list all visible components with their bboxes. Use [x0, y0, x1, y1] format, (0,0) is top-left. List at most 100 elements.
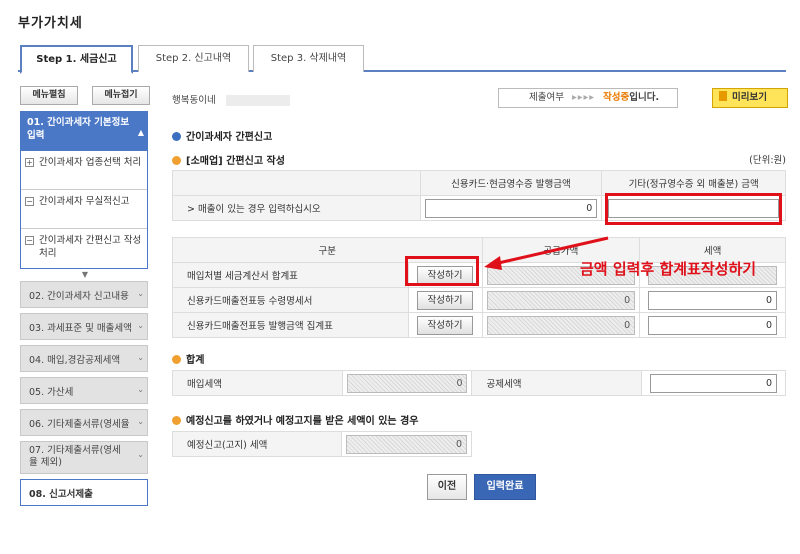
tab-step2[interactable]: Step 2. 신고내역 — [138, 45, 249, 72]
sidebar: 메뉴펼침 메뉴접기 01. 간이과세자 기본정보 입력 ▲ + 간이과세자 업종… — [20, 86, 150, 506]
preview-button[interactable]: 미리보기 — [712, 88, 788, 108]
purchase-tax-cell: 0 — [639, 287, 786, 313]
correction-tax-field: 0 — [346, 434, 467, 454]
write-button[interactable]: 작성하기 — [417, 315, 474, 335]
sidebar-item-purchase-deduction[interactable]: 04. 매입,경감공제세액 ⌄ — [20, 345, 148, 372]
caret-down-icon: ▼ — [81, 270, 89, 279]
highlight-box-write-button — [405, 256, 479, 286]
submit-input-button[interactable]: 입력완료 — [474, 474, 536, 500]
write-button[interactable]: 작성하기 — [417, 290, 474, 310]
sidebar-sub-label: 간이과세자 무실적신고 — [39, 196, 130, 207]
status-label: 제출여부 — [529, 92, 564, 103]
sidebar-sub-label: 간이과세자 업종선택 처리 — [39, 157, 142, 168]
tab-step3[interactable]: Step 3. 삭제내역 — [253, 45, 364, 72]
company-label: 행복동이네 — [172, 95, 216, 106]
minus-icon: − — [25, 236, 34, 245]
supply-amount-field: 0 — [486, 290, 636, 310]
sidebar-item-other-docs-zero[interactable]: 06. 기타제출서류(영세율 ⌄ — [20, 409, 148, 436]
chevron-down-icon: ⌄ — [137, 289, 144, 298]
supply-amount-field: 0 — [486, 315, 636, 335]
sidebar-item-label: 04. 매입,경감공제세액 — [29, 355, 121, 366]
purchase-row-button-cell: 작성하기 — [407, 287, 483, 313]
sales-header-other: 기타(정규영수증 외 매출분) 금액 — [601, 170, 786, 196]
preview-label: 미리보기 — [732, 92, 767, 103]
sidebar-sub-item[interactable]: − 간이과세자 간편신고 작성 처리 — [21, 229, 147, 268]
bullet-icon — [172, 355, 181, 364]
section-title-correction: 예정신고를 하였거나 예정고지를 받은 세액이 있는 경우 — [172, 412, 419, 427]
tax-amount-input[interactable]: 0 — [648, 290, 777, 310]
chevron-down-icon: ⌄ — [137, 385, 144, 394]
main-content: 행복동이네 제출여부 ▸▸▸▸ 작성중입니다. 미리보기 — [172, 86, 788, 112]
previous-button[interactable]: 이전 — [427, 474, 467, 500]
status-suffix: 입니다. — [629, 92, 660, 103]
menu-expand-button[interactable]: 메뉴펼침 — [20, 86, 78, 105]
chevron-down-icon: ⌄ — [137, 321, 144, 330]
sidebar-item-basic-info[interactable]: 01. 간이과세자 기본정보 입력 ▲ — [20, 111, 148, 151]
bullet-icon — [172, 416, 181, 425]
sidebar-item-penalty[interactable]: 05. 가산세 ⌄ — [20, 377, 148, 404]
purchase-row-label: 신용카드매출전표등 수령명세서 — [172, 287, 409, 313]
bullet-icon — [172, 132, 181, 141]
purchase-supply-cell: 0 — [481, 287, 641, 313]
page-title: 부가가치세 — [18, 16, 83, 31]
sales-header-blank — [172, 170, 421, 196]
correction-label: 예정신고(고지) 세액 — [171, 431, 343, 457]
chevron-down-icon: ⌄ — [137, 353, 144, 362]
minus-icon: − — [25, 197, 34, 206]
purchase-tax-cell: 0 — [341, 370, 473, 396]
document-icon — [719, 91, 727, 101]
sidebar-item-tax-base[interactable]: 03. 과세표준 및 매출세액 ⌄ — [20, 313, 148, 340]
submission-status: 제출여부 ▸▸▸▸ 작성중입니다. — [498, 88, 678, 108]
chevron-down-icon: ⌄ — [137, 450, 144, 459]
section-sales-label: [소매업] 간편신고 작성 — [186, 156, 285, 167]
status-arrows-icon: ▸▸▸▸ — [571, 92, 596, 103]
chevron-down-icon: ⌄ — [137, 417, 144, 426]
purchase-row-label: 신용카드매출전표등 발행금액 집계표 — [172, 312, 409, 338]
sidebar-item-label: 05. 가산세 — [29, 387, 74, 398]
purchase-tax-cell: 0 — [639, 312, 786, 338]
step-tabs: Step 1. 세금신고 Step 2. 신고내역 Step 3. 삭제내역 — [18, 45, 786, 74]
tab-step1[interactable]: Step 1. 세금신고 — [20, 45, 133, 74]
purchase-row-label: 매입처별 세금계산서 합계표 — [172, 262, 409, 288]
bullet-icon — [172, 156, 181, 165]
deduction-tax-cell: 0 — [641, 370, 786, 396]
sales-card-cell: 0 — [419, 195, 603, 221]
sidebar-item-submit[interactable]: 08. 신고서제출 — [20, 479, 148, 506]
section-correction-label: 예정신고를 하였거나 예정고지를 받은 세액이 있는 경우 — [186, 416, 419, 427]
total-table: 매입세액 0 공제세액 0 — [172, 370, 786, 396]
deduction-tax-label: 공제세액 — [471, 370, 643, 396]
purchase-tax-field: 0 — [346, 373, 468, 393]
sidebar-item-label: 03. 과세표준 및 매출세액 — [29, 323, 132, 334]
sidebar-active-label: 01. 간이과세자 기본정보 입력 — [27, 117, 130, 141]
plus-icon: + — [25, 158, 34, 167]
sales-header-card: 신용카드·현금영수증 발행금액 — [419, 170, 603, 196]
annotation-text: 금액 입력후 합계표작성하기 — [580, 260, 757, 278]
purchase-row-button-cell: 작성하기 — [407, 312, 483, 338]
sidebar-sub-item[interactable]: + 간이과세자 업종선택 처리 — [21, 151, 147, 190]
section-title-total: 합계 — [172, 351, 204, 366]
purchase-tax-label: 매입세액 — [172, 370, 343, 396]
unit-label: (단위:원) — [749, 155, 786, 166]
menu-collapse-button[interactable]: 메뉴접기 — [92, 86, 150, 105]
sales-row-label: > 매출이 있는 경우 입력하십시오 — [172, 195, 421, 221]
status-value: 작성중 — [603, 92, 630, 103]
sidebar-sub-item[interactable]: − 간이과세자 무실적신고 — [21, 190, 147, 229]
highlight-box-other-amount — [605, 193, 782, 225]
sidebar-sub-label: 간이과세자 간편신고 작성 처리 — [39, 235, 142, 259]
purchase-supply-cell: 0 — [481, 312, 641, 338]
deduction-tax-input[interactable]: 0 — [650, 373, 777, 393]
sidebar-sub-list: + 간이과세자 업종선택 처리 − 간이과세자 무실적신고 − 간이과세자 간편… — [20, 151, 148, 269]
redacted-text — [225, 95, 290, 106]
sidebar-item-label: 02. 간이과세자 신고내용 — [29, 291, 129, 302]
section-title-main: 간이과세자 간편신고 — [172, 128, 272, 143]
sidebar-item-label: 06. 기타제출서류(영세율 — [29, 419, 130, 430]
tax-amount-input[interactable]: 0 — [648, 315, 777, 335]
sidebar-item-report-content[interactable]: 02. 간이과세자 신고내용 ⌄ — [20, 281, 148, 308]
sidebar-item-other-docs-nonzero[interactable]: 07. 기타제출서류(영세율 제외) ⌄ — [20, 441, 148, 474]
chevron-up-icon: ▲ — [137, 128, 144, 137]
section-main-label: 간이과세자 간편신고 — [186, 132, 273, 143]
card-amount-input[interactable]: 0 — [424, 198, 598, 218]
sidebar-item-label: 07. 기타제출서류(영세율 제외) — [29, 445, 121, 468]
correction-cell: 0 — [341, 431, 472, 457]
section-title-sales: [소매업] 간편신고 작성 — [172, 152, 285, 167]
